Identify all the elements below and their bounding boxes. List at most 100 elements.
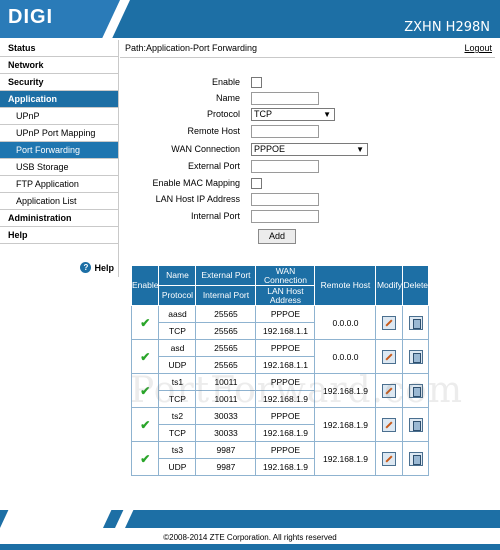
- col-wan-connection-header: WAN Connection: [255, 265, 316, 286]
- col-external-port-header: External Port: [195, 265, 257, 286]
- wan-connection-select[interactable]: PPPOE ▼: [251, 143, 368, 156]
- internal-port-input[interactable]: [251, 210, 319, 223]
- external-port-label: External Port: [187, 161, 240, 171]
- enable-label: Enable: [211, 77, 240, 87]
- protocol-select-value: TCP: [254, 109, 272, 119]
- trash-icon[interactable]: [408, 451, 423, 466]
- brand-logo: DIGI: [8, 6, 54, 28]
- table-row: ✔ ts3 9987 PPPOE 192.168.1.9: [130, 441, 430, 476]
- delete-cell: [402, 339, 430, 374]
- external-port-cell: 9987: [195, 441, 257, 459]
- protocol-cell: TCP: [158, 424, 197, 442]
- lan-host-cell: 192.168.1.1: [255, 322, 316, 340]
- delete-cell: [402, 441, 430, 476]
- sidebar-item-help[interactable]: Help: [0, 227, 118, 244]
- sidebar-item-ftp-application[interactable]: FTP Application: [0, 176, 118, 193]
- check-icon: ✔: [140, 417, 151, 432]
- enable-row: Enable: [130, 76, 490, 90]
- enable-mac-label: Enable MAC Mapping: [152, 178, 240, 188]
- col-remote-host-header: Remote Host: [314, 265, 377, 306]
- edit-icon[interactable]: [382, 417, 397, 432]
- internal-port-cell: 9987: [195, 458, 257, 476]
- name-cell: aasd: [158, 305, 197, 323]
- external-port-input[interactable]: [251, 160, 319, 173]
- wan-connection-cell: PPPOE: [255, 305, 316, 323]
- name-cell: ts2: [158, 407, 197, 425]
- sidebar-item-security[interactable]: Security: [0, 74, 118, 91]
- edit-icon[interactable]: [382, 383, 397, 398]
- wan-connection-label: WAN Connection: [171, 144, 240, 154]
- sidebar-item-network[interactable]: Network: [0, 57, 118, 74]
- edit-icon[interactable]: [382, 451, 397, 466]
- enable-cell: ✔: [130, 441, 160, 476]
- internal-port-cell: 10011: [195, 390, 257, 408]
- header-banner: DIGI ZXHN H298N: [0, 0, 500, 38]
- port-forwarding-table: Enable Name External Port WAN Connection…: [130, 265, 430, 476]
- help-icon: ?: [80, 262, 92, 273]
- col-internal-port-header: Internal Port: [195, 285, 257, 306]
- sidebar-item-upnp[interactable]: UPnP: [0, 108, 118, 125]
- remote-host-cell: 0.0.0.0: [314, 305, 377, 340]
- protocol-select[interactable]: TCP ▼: [251, 108, 335, 121]
- internal-port-cell: 30033: [195, 424, 257, 442]
- sidebar-item-port-forwarding[interactable]: Port Forwarding: [0, 142, 118, 159]
- trash-icon[interactable]: [408, 315, 423, 330]
- help-link[interactable]: ? Help: [80, 262, 114, 273]
- name-cell: asd: [158, 339, 197, 357]
- protocol-cell: TCP: [158, 390, 197, 408]
- trash-icon[interactable]: [408, 417, 423, 432]
- internal-port-row: Internal Port: [130, 210, 490, 224]
- sidebar-item-upnp-port-mapping[interactable]: UPnP Port Mapping: [0, 125, 118, 142]
- delete-cell: [402, 305, 430, 340]
- check-icon: ✔: [140, 383, 151, 398]
- sidebar-item-application-list[interactable]: Application List: [0, 193, 118, 210]
- lan-host-ip-label: LAN Host IP Address: [155, 194, 240, 204]
- sidebar-item-application[interactable]: Application: [0, 91, 118, 108]
- remote-host-label: Remote Host: [187, 126, 240, 136]
- device-model: ZXHN H298N: [404, 20, 490, 35]
- trash-icon[interactable]: [408, 349, 423, 364]
- lan-host-cell: 192.168.1.9: [255, 424, 316, 442]
- sidebar-item-usb-storage[interactable]: USB Storage: [0, 159, 118, 176]
- copyright-text: ©2008-2014 ZTE Corporation. All rights r…: [163, 533, 337, 542]
- remote-host-cell: 192.168.1.9: [314, 373, 377, 408]
- edit-icon[interactable]: [382, 315, 397, 330]
- enable-mac-checkbox[interactable]: [251, 178, 262, 189]
- external-port-cell: 10011: [195, 373, 257, 391]
- enable-checkbox[interactable]: [251, 77, 262, 88]
- modify-cell: [375, 305, 404, 340]
- enable-cell: ✔: [130, 305, 160, 340]
- sidebar-item-status[interactable]: Status: [0, 40, 118, 57]
- lan-host-cell: 192.168.1.1: [255, 356, 316, 374]
- external-port-cell: 30033: [195, 407, 257, 425]
- col-name-header: Name: [158, 265, 197, 286]
- modify-cell: [375, 407, 404, 442]
- modify-cell: [375, 339, 404, 374]
- name-input[interactable]: [251, 92, 319, 105]
- name-cell: ts3: [158, 441, 197, 459]
- trash-icon[interactable]: [408, 383, 423, 398]
- add-button[interactable]: Add: [258, 229, 296, 244]
- check-icon: ✔: [140, 349, 151, 364]
- remote-host-input[interactable]: [251, 125, 319, 138]
- table-row: ✔ aasd 25565 PPPOE 0.0.0.0: [130, 305, 430, 340]
- footer-bottom-line: [0, 544, 500, 550]
- edit-icon[interactable]: [382, 349, 397, 364]
- breadcrumb: Path:Application-Port Forwarding: [125, 43, 258, 53]
- lan-host-ip-input[interactable]: [251, 193, 319, 206]
- protocol-label: Protocol: [206, 109, 240, 119]
- protocol-cell: UDP: [158, 458, 197, 476]
- wan-connection-row: WAN Connection PPPOE ▼: [130, 143, 490, 157]
- wan-connection-cell: PPPOE: [255, 339, 316, 357]
- internal-port-label: Internal Port: [190, 211, 240, 221]
- lan-host-cell: 192.168.1.9: [255, 390, 316, 408]
- wan-connection-cell: PPPOE: [255, 373, 316, 391]
- table-row: ✔ ts2 30033 PPPOE 192.168.1.9: [130, 407, 430, 442]
- sidebar-item-administration[interactable]: Administration: [0, 210, 118, 227]
- remote-host-cell: 192.168.1.9: [314, 441, 377, 476]
- external-port-cell: 25565: [195, 339, 257, 357]
- name-cell: ts1: [158, 373, 197, 391]
- logout-link[interactable]: Logout: [464, 43, 492, 53]
- check-icon: ✔: [140, 451, 151, 466]
- protocol-cell: TCP: [158, 322, 197, 340]
